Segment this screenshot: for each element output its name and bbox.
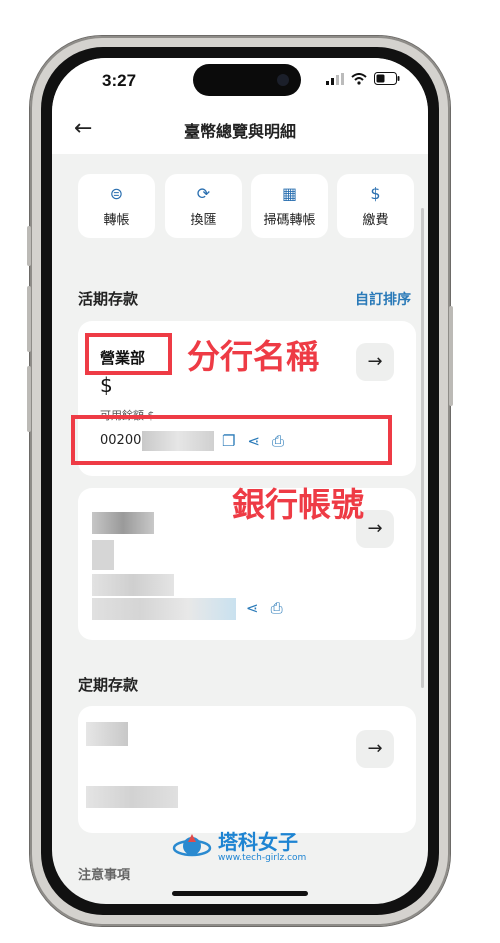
branch-name-annotation: 分行名稱 (187, 337, 319, 376)
masked-deposit-title (86, 722, 128, 746)
section-label-fixed: 定期存款 (78, 676, 139, 694)
volume-up-button (27, 286, 31, 352)
share-icon[interactable]: ⋖ (246, 599, 259, 617)
dynamic-island (193, 64, 301, 96)
pay-icon: $ (370, 184, 381, 203)
quick-action-qr-transfer[interactable]: ▦ 掃碼轉帳 (251, 174, 328, 238)
quick-action-transfer[interactable]: ⊜ 轉帳 (78, 174, 155, 238)
masked-deposit-amount (86, 786, 178, 808)
quick-action-exchange[interactable]: ⟳ 換匯 (165, 174, 242, 238)
status-time: 3:27 (102, 71, 137, 90)
wifi-icon (351, 72, 367, 85)
quick-action-label: 換匯 (190, 213, 217, 228)
masked-balance (92, 540, 114, 570)
page-title: 臺幣總覽與明細 (183, 122, 296, 141)
signal-icon (326, 72, 344, 85)
battery-icon (374, 72, 400, 85)
quick-action-label: 繳費 (362, 213, 389, 228)
watermark-url: www.tech-girlz.com (218, 853, 307, 863)
branch-highlight-box (85, 333, 172, 375)
balance-currency: $ (100, 373, 113, 397)
rocket-logo-icon (172, 834, 212, 857)
watermark: 塔科女子 www.tech-girlz.com (172, 830, 306, 864)
scrollbar[interactable] (421, 208, 424, 688)
exchange-icon: ⟳ (196, 184, 211, 203)
masked-account-number (92, 598, 236, 620)
camera-icon (277, 74, 289, 86)
notice-label: 注意事項 (78, 868, 131, 883)
power-button (449, 306, 453, 406)
status-icons (326, 72, 400, 85)
quick-action-pay[interactable]: $ 繳費 (337, 174, 414, 238)
custom-sort-link[interactable]: 自訂排序 (355, 289, 411, 309)
watermark-title: 塔科女子 (218, 830, 298, 854)
volume-down-button (27, 366, 31, 432)
side-button (27, 226, 31, 266)
account-actions: ⋖ ⎙ (246, 599, 283, 617)
quick-action-label: 掃碼轉帳 (263, 213, 316, 228)
account-number-annotation: 銀行帳號 (232, 485, 364, 524)
masked-available (92, 574, 174, 596)
top-bar: 3:27 ← 臺幣總覽與明細 (52, 58, 428, 154)
transfer-icon: ⊜ (109, 184, 124, 203)
print-icon[interactable]: ⎙ (271, 599, 283, 617)
account-detail-arrow-button[interactable]: → (356, 343, 394, 381)
home-indicator[interactable] (172, 891, 308, 896)
quick-action-label: 轉帳 (103, 213, 130, 228)
deposit-detail-arrow-button[interactable]: → (356, 730, 394, 768)
fixed-deposit-card[interactable]: → (78, 706, 416, 833)
account-highlight-box (71, 415, 392, 465)
qr-icon: ▦ (281, 184, 298, 203)
masked-branch (92, 512, 154, 534)
section-label-demand: 活期存款 (78, 290, 139, 308)
